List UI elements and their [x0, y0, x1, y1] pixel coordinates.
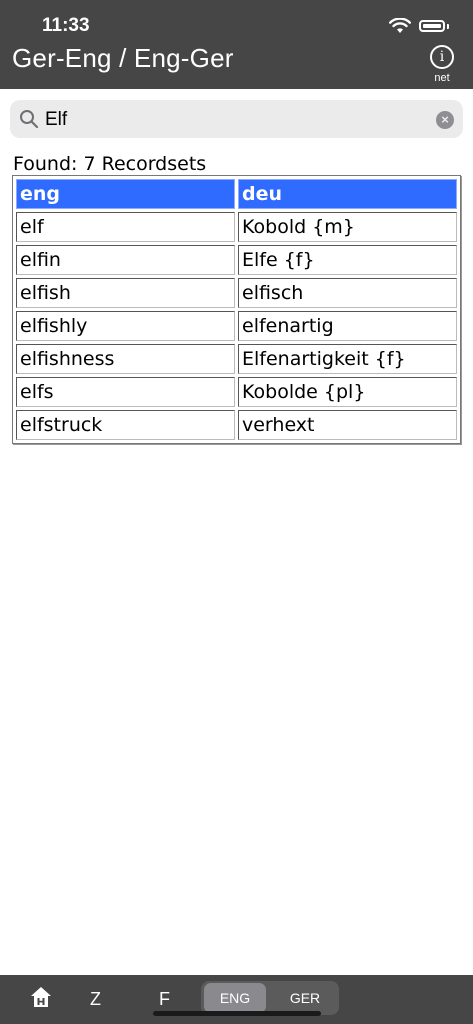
battery-tip — [447, 23, 449, 29]
nav-z-button[interactable]: Z — [90, 989, 101, 1010]
table-row[interactable]: elf Kobold {m} — [16, 212, 457, 242]
cell-deu[interactable]: elfenartig — [238, 311, 457, 341]
cell-eng[interactable]: elf — [16, 212, 235, 242]
nav-f-button[interactable]: F — [159, 989, 170, 1010]
cell-deu[interactable]: Kobold {m} — [238, 212, 457, 242]
home-indicator — [153, 1011, 321, 1016]
table-row[interactable]: elfishly elfenartig — [16, 311, 457, 341]
table-row[interactable]: elfstruck verhext — [16, 410, 457, 440]
results-count: Found: 7 Recordsets — [13, 153, 207, 175]
results-table: eng deu elf Kobold {m} elfin Elfe {f} el… — [12, 175, 461, 444]
search-icon — [20, 110, 39, 129]
table-row[interactable]: elfs Kobolde {pl} — [16, 377, 457, 407]
table-row[interactable]: elfishness Elfenartigkeit {f} — [16, 344, 457, 374]
cell-eng[interactable]: elfishness — [16, 344, 235, 374]
language-segmented-control: ENG GER — [201, 981, 339, 1015]
status-icons — [389, 16, 449, 36]
cell-deu[interactable]: Elfe {f} — [238, 245, 457, 275]
cell-deu[interactable]: Elfenartigkeit {f} — [238, 344, 457, 374]
cell-deu[interactable]: verhext — [238, 410, 457, 440]
page-title: Ger-Eng / Eng-Ger — [12, 43, 234, 73]
cell-deu[interactable]: Kobolde {pl} — [238, 377, 457, 407]
cell-eng[interactable]: elfin — [16, 245, 235, 275]
cell-eng[interactable]: elfishly — [16, 311, 235, 341]
clear-search-icon[interactable]: × — [436, 111, 454, 129]
home-icon[interactable] — [30, 986, 52, 1008]
segment-eng[interactable]: ENG — [204, 983, 266, 1013]
table-row[interactable]: elfish elfisch — [16, 278, 457, 308]
cell-eng[interactable]: elfs — [16, 377, 235, 407]
info-icon: i — [430, 45, 454, 69]
search-bar[interactable]: Elf × — [10, 100, 463, 138]
bottom-toolbar: Z F ENG GER — [0, 975, 473, 1024]
column-header-eng: eng — [16, 179, 235, 209]
info-label: net — [434, 72, 450, 84]
cell-deu[interactable]: elfisch — [238, 278, 457, 308]
top-bar: 11:33 Ger-Eng / Eng-Ger i net — [0, 0, 473, 89]
cell-eng[interactable]: elfstruck — [16, 410, 235, 440]
wifi-icon — [389, 18, 411, 33]
table-header-row: eng deu — [16, 179, 457, 209]
column-header-deu: deu — [238, 179, 457, 209]
battery-icon — [419, 20, 445, 32]
search-input[interactable]: Elf — [45, 109, 67, 131]
segment-ger[interactable]: GER — [274, 983, 336, 1013]
table-row[interactable]: elfin Elfe {f} — [16, 245, 457, 275]
info-button[interactable]: i net — [429, 45, 455, 84]
cell-eng[interactable]: elfish — [16, 278, 235, 308]
status-time: 11:33 — [42, 15, 90, 36]
